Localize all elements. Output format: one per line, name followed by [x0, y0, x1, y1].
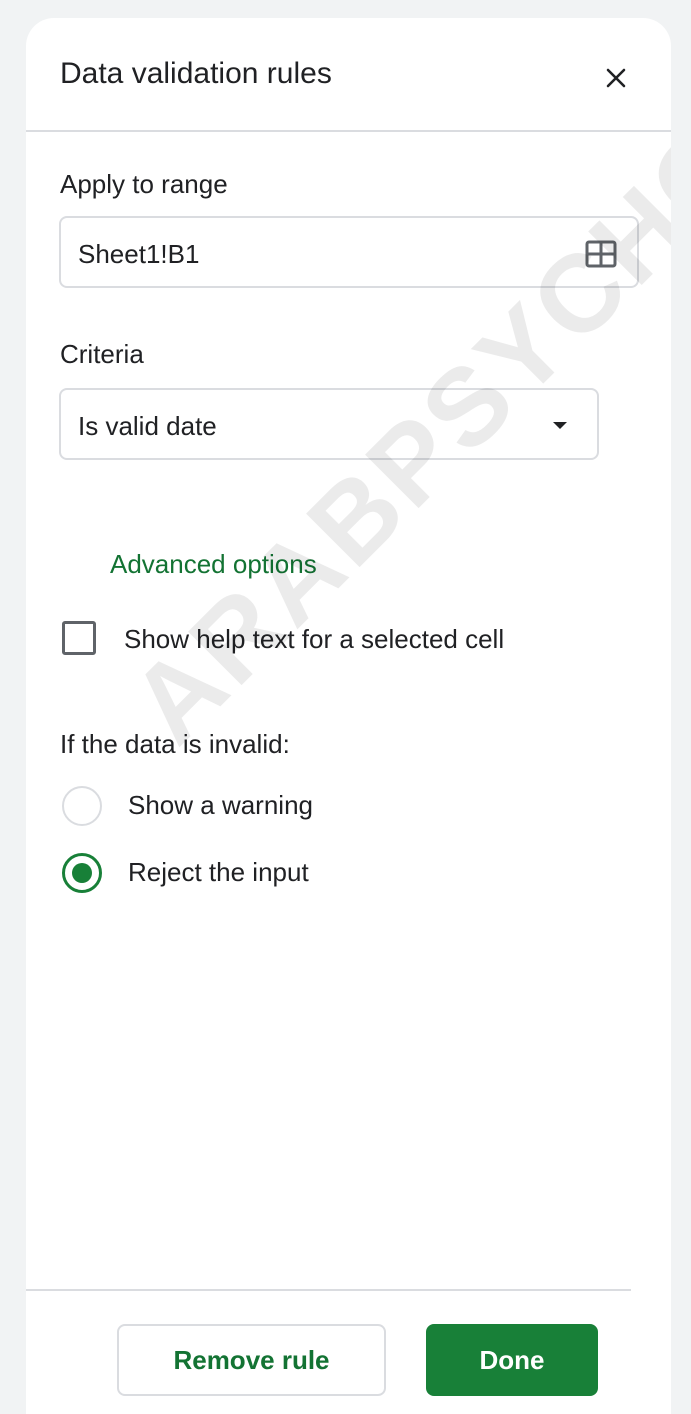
dropdown-caret-icon: [553, 422, 567, 429]
data-validation-panel: Data validation rules Apply to range She…: [26, 18, 671, 1414]
range-value: Sheet1!B1: [78, 239, 200, 269]
radio-button-selected[interactable]: [62, 853, 102, 893]
criteria-dropdown[interactable]: Is valid date: [59, 388, 599, 460]
invalid-data-heading: If the data is invalid:: [60, 729, 290, 759]
panel-header: Data validation rules: [26, 18, 671, 132]
radio-selected-dot: [72, 863, 92, 883]
help-text-checkbox-label: Show help text for a selected cell: [124, 624, 505, 654]
panel-title: Data validation rules: [60, 57, 332, 90]
footer-divider: [26, 1289, 631, 1291]
range-input[interactable]: Sheet1!B1: [59, 216, 639, 288]
remove-rule-button[interactable]: Remove rule: [117, 1324, 386, 1396]
select-range-grid-icon[interactable]: [585, 240, 617, 268]
criteria-label: Criteria: [60, 339, 144, 369]
close-icon: [606, 68, 626, 88]
close-button[interactable]: [596, 58, 636, 98]
apply-to-range-label: Apply to range: [60, 169, 228, 199]
help-text-checkbox[interactable]: [62, 621, 96, 655]
done-button[interactable]: Done: [426, 1324, 598, 1396]
advanced-options-toggle[interactable]: Advanced options: [110, 548, 317, 580]
radio-button-unselected[interactable]: [62, 786, 102, 826]
criteria-selected: Is valid date: [78, 411, 217, 441]
radio-show-warning-label: Show a warning: [128, 790, 313, 820]
radio-reject-input-label: Reject the input: [128, 857, 309, 887]
